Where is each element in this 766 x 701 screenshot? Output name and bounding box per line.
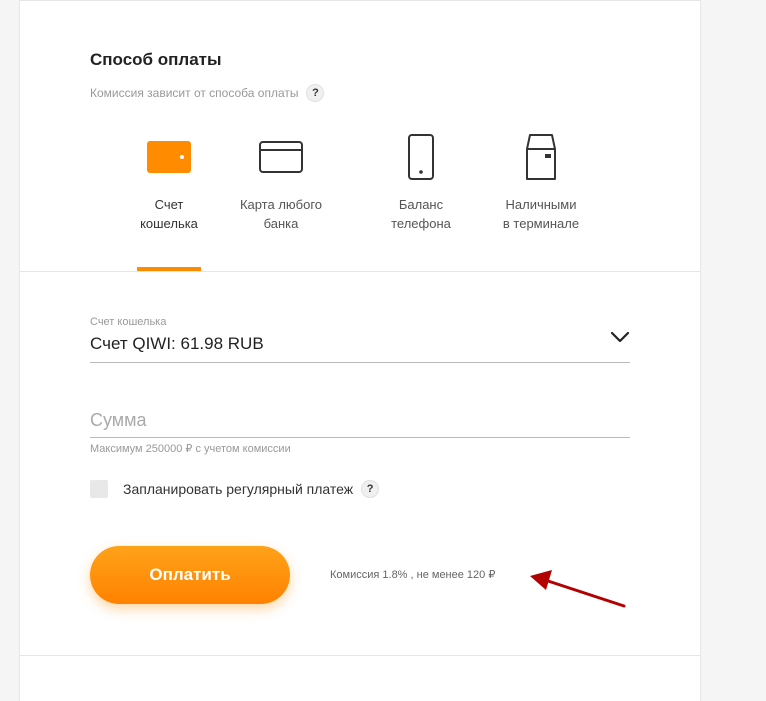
method-label: Карта любого банка	[239, 197, 323, 231]
wallet-icon	[109, 133, 229, 181]
bank-card-icon	[221, 133, 341, 181]
method-terminal[interactable]: Наличными в терминале	[481, 125, 601, 271]
amount-hint: Максимум 250000 ₽ с учетом комиссии	[90, 443, 291, 455]
help-icon[interactable]: ?	[361, 480, 380, 498]
amount-input[interactable]	[90, 403, 630, 437]
schedule-option[interactable]: Запланировать регулярный платеж ?	[90, 480, 380, 498]
wallet-select-label: Счет кошелька	[90, 316, 167, 328]
chevron-down-icon[interactable]	[610, 330, 630, 348]
payment-card: Способ оплаты Комиссия зависит от способ…	[19, 0, 701, 701]
payment-methods: Счет кошелька Карта любого банка Баланс …	[20, 125, 700, 271]
help-icon[interactable]: ?	[306, 84, 325, 102]
methods-divider	[20, 271, 700, 272]
schedule-checkbox[interactable]	[90, 480, 108, 498]
method-label: Баланс телефона	[391, 197, 451, 231]
method-bank-card[interactable]: Карта любого банка	[221, 125, 341, 271]
phone-icon	[361, 133, 481, 181]
schedule-label: Запланировать регулярный платеж	[123, 481, 354, 497]
amount-field[interactable]	[90, 403, 630, 438]
wallet-select[interactable]: Счет кошелька Счет QIWI: 61.98 RUB	[90, 316, 630, 363]
card-top-border	[20, 0, 700, 1]
terminal-icon	[481, 133, 601, 181]
page-title: Способ оплаты	[90, 50, 222, 69]
method-phone[interactable]: Баланс телефона	[361, 125, 481, 271]
subtitle-text: Комиссия зависит от способа оплаты	[90, 86, 299, 100]
wallet-select-value: Счет QIWI: 61.98 RUB	[90, 334, 264, 353]
pay-button[interactable]: Оплатить	[90, 546, 290, 604]
method-label: Наличными в терминале	[502, 197, 580, 231]
bottom-divider	[20, 655, 700, 656]
method-label: Счет кошелька	[140, 197, 198, 231]
payment-subtitle: Комиссия зависит от способа оплаты ?	[90, 84, 325, 102]
commission-text: Комиссия 1.8% , не менее 120 ₽	[330, 569, 496, 581]
method-wallet[interactable]: Счет кошелька	[109, 125, 229, 271]
